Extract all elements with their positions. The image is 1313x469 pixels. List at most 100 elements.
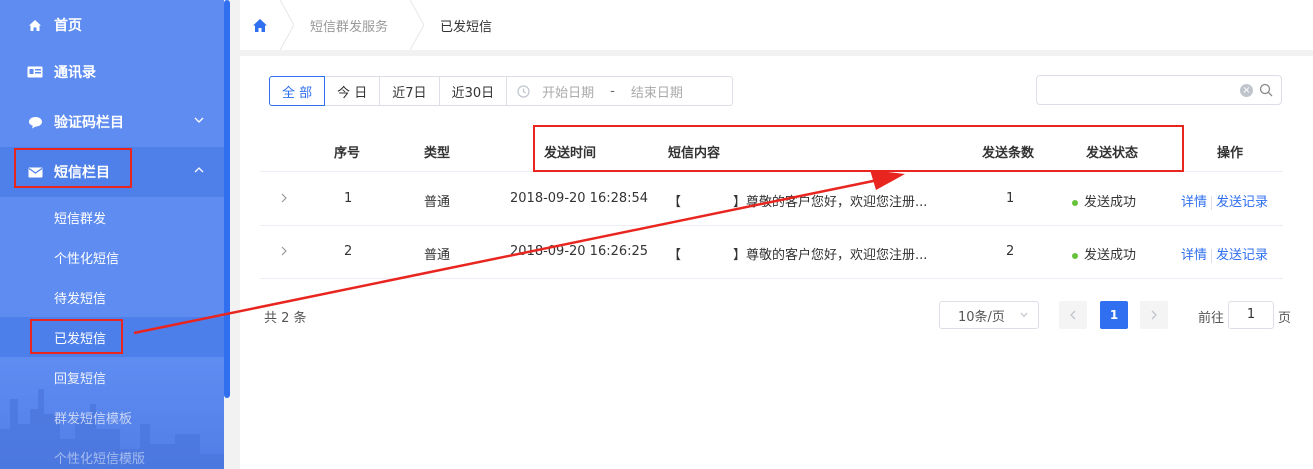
- sub-item-label: 待发短信: [54, 291, 107, 307]
- sidebar: 首页 通讯录 验证码栏目 短信栏目 短信群发 个性化短信 待发短信 已发短信 回…: [0, 0, 224, 469]
- redacted-block: [681, 194, 734, 206]
- cell-status: 发送成功: [1072, 191, 1136, 210]
- sidebar-item-sms[interactable]: 短信栏目: [0, 147, 224, 197]
- sidebar-item-contacts[interactable]: 通讯录: [0, 47, 224, 97]
- chevron-up-icon[interactable]: [194, 165, 204, 175]
- next-page-button[interactable]: [1140, 301, 1168, 329]
- cell-type: 普通: [424, 248, 451, 263]
- sub-item-pending-sms[interactable]: 待发短信: [0, 277, 224, 317]
- main-panel: 全 部 今 日 近7日 近30日 开始日期 - 结束日期 × 序号 类型 发送时…: [240, 56, 1313, 469]
- cell-type: 普通: [424, 195, 451, 210]
- redacted-block: [681, 247, 734, 259]
- breadcrumb-separator: [410, 0, 425, 50]
- sub-item-label: 个性化短信模版: [54, 451, 146, 467]
- chat-icon: [26, 115, 44, 129]
- header-actions: 操作: [1217, 146, 1244, 161]
- header-status: 发送状态: [1086, 146, 1139, 161]
- content-prefix: 【: [668, 195, 682, 210]
- chevron-right-icon[interactable]: [280, 246, 288, 256]
- start-date-placeholder[interactable]: 开始日期: [542, 82, 594, 101]
- chevron-right-icon[interactable]: [280, 193, 288, 203]
- header-content: 短信内容: [668, 146, 721, 161]
- page-unit-label: 页: [1278, 311, 1292, 326]
- page-size-select[interactable]: 10条/页: [939, 301, 1039, 329]
- clock-icon: [517, 84, 530, 98]
- range-separator: -: [610, 83, 615, 99]
- filter-all-button[interactable]: 全 部: [269, 76, 326, 106]
- sub-item-reply-sms[interactable]: 回复短信: [0, 357, 224, 397]
- breadcrumb-item-mass-service[interactable]: 短信群发服务: [294, 0, 410, 50]
- status-text: 发送成功: [1084, 195, 1137, 210]
- sidebar-item-label: 首页: [54, 18, 82, 34]
- sub-item-mass-template[interactable]: 群发短信模板: [0, 397, 224, 437]
- sub-item-label: 短信群发: [54, 211, 107, 227]
- status-dot: [1072, 199, 1078, 206]
- divider: [1211, 195, 1213, 210]
- cell-status: 发送成功: [1072, 244, 1136, 263]
- page-number-button[interactable]: 1: [1100, 301, 1128, 329]
- date-range-picker[interactable]: 开始日期 - 结束日期: [507, 76, 734, 106]
- content-suffix: 】尊敬的客户您好，欢迎您注册...: [733, 195, 928, 210]
- home-icon[interactable]: [240, 0, 280, 50]
- status-text: 发送成功: [1084, 248, 1137, 263]
- header-send-time: 发送时间: [544, 146, 597, 161]
- chevron-right-icon: [1151, 310, 1157, 320]
- table-row: 2 普通 2018-09-20 16:26:25 【 】尊敬的客户您好，欢迎您注册…: [260, 226, 1283, 279]
- filter-30days-button[interactable]: 近30日: [439, 76, 508, 106]
- filter-today-button[interactable]: 今 日: [325, 76, 381, 106]
- table-header: 序号 类型 发送时间 短信内容 发送条数 发送状态 操作: [260, 127, 1283, 172]
- filter-7days-button[interactable]: 近7日: [380, 76, 440, 106]
- send-record-link[interactable]: 发送记录: [1216, 195, 1268, 210]
- detail-link[interactable]: 详情: [1181, 248, 1207, 263]
- breadcrumb-item-current: 已发短信: [424, 0, 514, 50]
- cell-send-time: 2018-09-20 16:26:25: [510, 244, 649, 259]
- content-prefix: 【: [668, 248, 682, 263]
- breadcrumb-label: 已发短信: [440, 19, 493, 35]
- sub-item-label: 回复短信: [54, 371, 107, 387]
- send-record-link[interactable]: 发送记录: [1216, 248, 1268, 263]
- cell-send-time: 2018-09-20 16:28:54: [510, 191, 649, 206]
- total-count: 共 2 条: [264, 311, 307, 326]
- breadcrumb: 短信群发服务 已发短信: [240, 0, 1313, 50]
- search-icon[interactable]: [1259, 83, 1273, 97]
- chevron-down-icon[interactable]: [194, 115, 204, 125]
- goto-label: 前往: [1198, 311, 1225, 326]
- sidebar-item-label: 通讯录: [54, 65, 96, 81]
- end-date-placeholder[interactable]: 结束日期: [631, 82, 683, 101]
- search-box: ×: [1036, 75, 1282, 105]
- sub-item-sent-sms[interactable]: 已发短信: [0, 317, 224, 357]
- mail-icon: [26, 165, 44, 179]
- breadcrumb-label: 短信群发服务: [310, 19, 389, 35]
- sub-item-personalized-sms[interactable]: 个性化短信: [0, 237, 224, 277]
- cell-content: 【 】尊敬的客户您好，欢迎您注册...: [668, 244, 927, 263]
- sidebar-scrollbar[interactable]: [224, 0, 230, 398]
- page-size-value: 10条/页: [958, 309, 1005, 325]
- goto-page-input[interactable]: 1: [1228, 301, 1274, 329]
- table-row: 1 普通 2018-09-20 16:28:54 【 】尊敬的客户您好，欢迎您注册…: [260, 173, 1283, 226]
- cell-count: 2: [1006, 244, 1015, 259]
- cell-actions: 详情 发送记录: [1181, 244, 1268, 263]
- cell-index: 2: [344, 244, 353, 259]
- sub-item-personalized-template[interactable]: 个性化短信模版: [0, 437, 224, 469]
- cell-index: 1: [344, 191, 353, 206]
- sub-item-label: 群发短信模板: [54, 411, 133, 427]
- cell-count: 1: [1006, 191, 1015, 206]
- detail-link[interactable]: 详情: [1181, 195, 1207, 210]
- sub-item-mass-sms[interactable]: 短信群发: [0, 197, 224, 237]
- clear-icon[interactable]: ×: [1240, 84, 1253, 97]
- status-dot: [1072, 252, 1078, 259]
- header-index: 序号: [334, 146, 361, 161]
- search-input[interactable]: [1045, 76, 1245, 104]
- chevron-down-icon: [1020, 312, 1028, 318]
- header-count: 发送条数: [982, 146, 1035, 161]
- home-icon: [26, 18, 44, 32]
- prev-page-button[interactable]: [1059, 301, 1087, 329]
- content-suffix: 】尊敬的客户您好，欢迎您注册...: [733, 248, 928, 263]
- sub-item-label: 个性化短信: [54, 251, 120, 267]
- sidebar-item-home[interactable]: 首页: [0, 0, 224, 50]
- sub-item-label: 已发短信: [54, 331, 107, 347]
- chevron-left-icon: [1070, 310, 1076, 320]
- cell-content: 【 】尊敬的客户您好，欢迎您注册...: [668, 191, 927, 210]
- sidebar-item-captcha[interactable]: 验证码栏目: [0, 97, 224, 147]
- cell-actions: 详情 发送记录: [1181, 191, 1268, 210]
